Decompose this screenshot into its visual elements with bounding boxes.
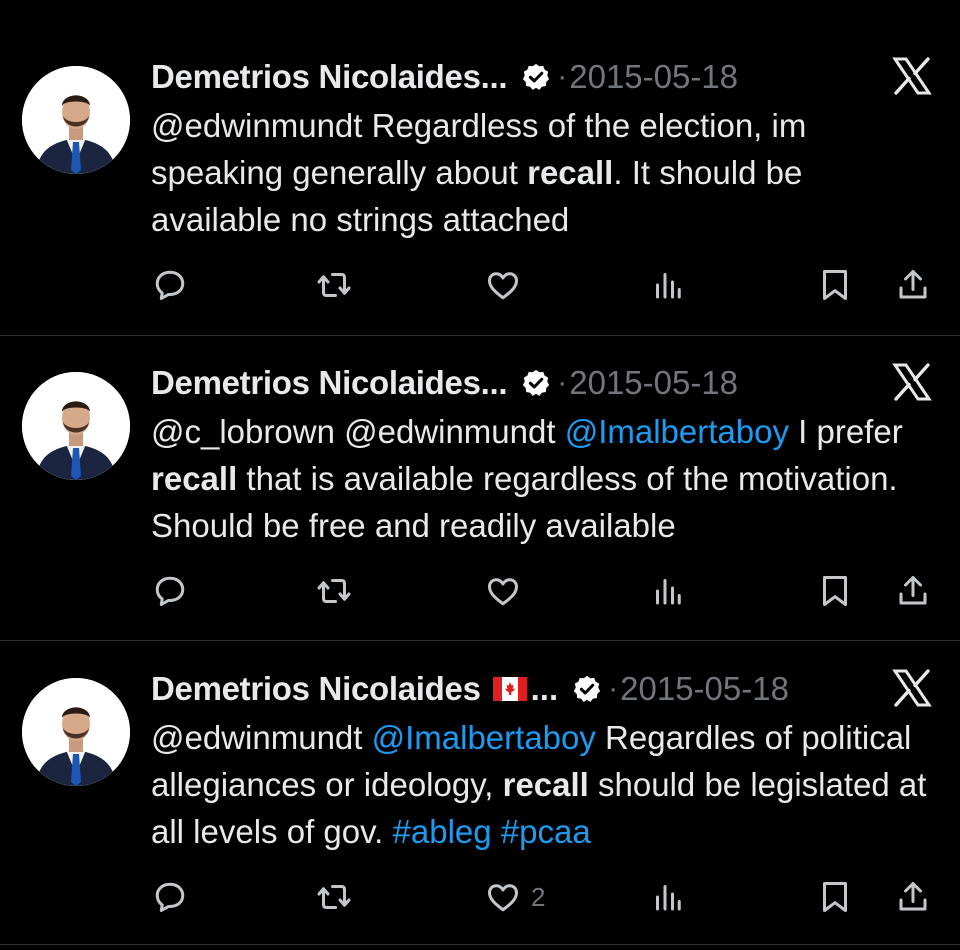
x-logo-icon	[892, 56, 932, 96]
bold-term: recall	[527, 154, 614, 191]
bookmark-icon	[823, 270, 847, 300]
share-icon	[899, 576, 927, 605]
bookmark-button[interactable]	[817, 875, 853, 919]
tweet[interactable]: Demetrios Nicolaides ... · 2015-05-18 @e…	[0, 612, 960, 918]
views-button[interactable]	[650, 569, 686, 613]
tweet-text-segment: that is available regardless of the moti…	[151, 460, 898, 544]
verified-badge-icon[interactable]	[521, 368, 551, 398]
bookmark-icon	[823, 576, 847, 606]
share-button[interactable]	[895, 569, 931, 613]
tweet-link[interactable]: #pcaa	[501, 813, 591, 850]
views-button[interactable]	[650, 263, 686, 307]
views-icon	[656, 885, 681, 911]
tweet-date[interactable]: 2015-05-18	[620, 670, 789, 708]
tweet-divider	[0, 640, 960, 641]
header-separator: ·	[557, 366, 568, 399]
name-ellipsis: ...	[530, 670, 559, 707]
tweet-text: @edwinmundt @Imalbertaboy Regardles of p…	[151, 714, 941, 855]
reply-button[interactable]	[152, 875, 188, 919]
tweet-text: @edwinmundt Regardless of the election, …	[151, 102, 941, 243]
tweet-text-segment: I prefer	[788, 413, 903, 450]
views-button[interactable]	[650, 875, 686, 919]
tweet-divider	[0, 944, 960, 945]
like-icon	[488, 884, 518, 912]
tweet-divider	[0, 335, 960, 336]
header-separator: ·	[557, 60, 568, 93]
tweet-header: Demetrios Nicolaides... · 2015-05-18	[151, 52, 930, 102]
reply-icon	[155, 576, 185, 606]
header-separator: ·	[608, 672, 619, 705]
avatar[interactable]	[22, 678, 130, 786]
like-button[interactable]	[485, 569, 531, 613]
like-count: 2	[531, 881, 546, 912]
like-icon	[488, 578, 518, 606]
tweet-link[interactable]: @Imalbertaboy	[372, 719, 596, 756]
bookmark-button[interactable]	[817, 569, 853, 613]
like-button[interactable]	[485, 263, 531, 307]
bold-term: recall	[151, 460, 238, 497]
reply-icon	[155, 270, 185, 300]
author-name[interactable]: Demetrios Nicolaides	[151, 670, 481, 708]
tweet-text-segment: @c_lobrown @edwinmundt	[151, 413, 565, 450]
share-button[interactable]	[895, 875, 931, 919]
x-logo-icon	[892, 362, 932, 402]
retweet-button[interactable]	[316, 263, 352, 307]
tweet-text-segment	[492, 813, 501, 850]
reply-button[interactable]	[152, 263, 188, 307]
tweet-header: Demetrios Nicolaides... · 2015-05-18	[151, 358, 930, 408]
author-name[interactable]: Demetrios Nicolaides...	[151, 364, 508, 402]
x-logo-icon	[892, 668, 932, 708]
tweet-text-segment: @edwinmundt	[151, 719, 372, 756]
like-button[interactable]: 2	[485, 875, 545, 919]
verified-badge-icon[interactable]	[572, 674, 602, 704]
retweet-button[interactable]	[316, 569, 352, 613]
canada-flag-icon	[492, 677, 527, 701]
tweet-link[interactable]: #ableg	[393, 813, 492, 850]
author-name[interactable]: Demetrios Nicolaides...	[151, 58, 508, 96]
retweet-icon	[317, 273, 351, 297]
like-icon	[488, 272, 518, 300]
tweet-text: @c_lobrown @edwinmundt @Imalbertaboy I p…	[151, 408, 941, 549]
verified-badge-icon[interactable]	[521, 62, 551, 92]
retweet-icon	[317, 885, 351, 909]
tweet-date[interactable]: 2015-05-18	[569, 58, 738, 96]
reply-button[interactable]	[152, 569, 188, 613]
share-icon	[899, 270, 927, 299]
bold-term: recall	[502, 766, 589, 803]
retweet-button[interactable]	[316, 875, 352, 919]
tweet[interactable]: Demetrios Nicolaides... · 2015-05-18	[0, 306, 960, 612]
tweet-link[interactable]: @Imalbertaboy	[565, 413, 789, 450]
tweet[interactable]: Demetrios Nicolaides... · 2015-05-18	[0, 0, 960, 306]
action-bar	[152, 569, 937, 613]
reply-icon	[155, 882, 185, 912]
tweet-date[interactable]: 2015-05-18	[569, 364, 738, 402]
share-icon	[899, 882, 927, 911]
bookmark-icon	[823, 882, 847, 912]
retweet-icon	[317, 579, 351, 603]
views-icon	[656, 579, 681, 605]
views-icon	[656, 273, 681, 299]
avatar[interactable]	[22, 66, 130, 174]
action-bar: 2	[152, 875, 937, 919]
tweet-header: Demetrios Nicolaides ... · 2015-05-18	[151, 664, 930, 714]
share-button[interactable]	[895, 263, 931, 307]
avatar[interactable]	[22, 372, 130, 480]
action-bar	[152, 263, 937, 307]
bookmark-button[interactable]	[817, 263, 853, 307]
